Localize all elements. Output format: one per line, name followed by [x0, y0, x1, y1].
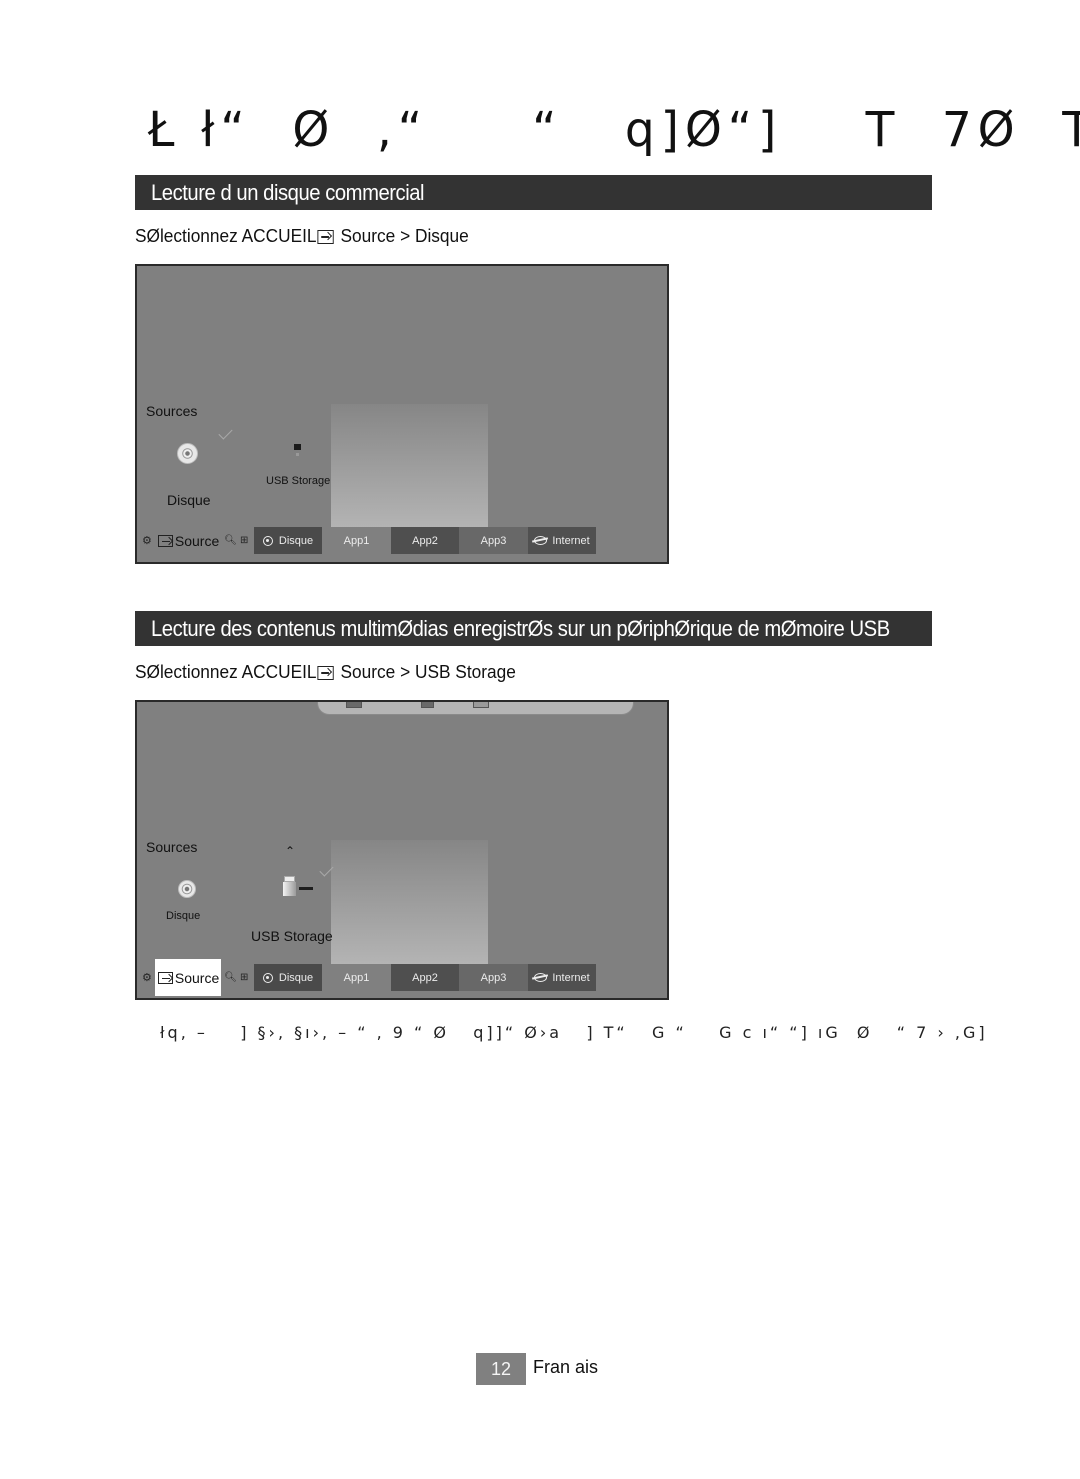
instruction-suffix: Source > Disque [335, 226, 469, 246]
instruction-prefix: SØlectionnez ACCUEIL [135, 662, 317, 682]
tile-internet[interactable]: Internet [528, 527, 596, 554]
tv-screen-disc: Sources Disque USB Storage ⚙ Source 🔍︎ ⊞… [135, 264, 669, 564]
tile-app3[interactable]: App3 [459, 964, 528, 991]
tile-label: Disque [278, 971, 314, 984]
instruction-disc: SØlectionnez ACCUEIL Source > Disque [135, 226, 483, 247]
tile-app3[interactable]: App3 [459, 527, 528, 554]
sources-label: Sources [146, 403, 198, 419]
disc-circle-icon [262, 535, 273, 546]
section-heading-disc: Lecture d un disque commercial [135, 175, 932, 210]
check-icon [218, 425, 233, 440]
source-button[interactable]: Source [155, 522, 221, 559]
source-button[interactable]: Source [154, 959, 222, 996]
instruction-suffix: Source > USB Storage [335, 662, 516, 682]
instruction-prefix: SØlectionnez ACCUEIL [135, 226, 317, 246]
tile-app2[interactable]: App2 [391, 527, 459, 554]
device-illustration [317, 702, 634, 715]
disc-icon[interactable] [178, 880, 196, 898]
search-icon[interactable]: 🔍︎ [224, 972, 237, 983]
tile-disque[interactable]: Disque [254, 964, 322, 991]
taskbar: ⚙ Source 🔍︎ ⊞ Disque App1 App2 App3 Inte… [137, 527, 667, 554]
tile-app1[interactable]: App1 [322, 527, 391, 554]
usb-icon[interactable] [283, 876, 313, 897]
globe-icon [534, 973, 548, 982]
tile-label: App1 [343, 971, 370, 984]
tile-label: App1 [343, 534, 370, 547]
section-heading-usb: Lecture des contenus multimØdias enregis… [135, 611, 932, 646]
tile-label: App2 [412, 534, 438, 547]
apps-grid-icon[interactable]: ⊞ [240, 535, 248, 546]
instruction-usb: SØlectionnez ACCUEIL Source > USB Storag… [135, 662, 532, 683]
tile-label: App3 [480, 971, 507, 984]
source-item-disque[interactable]: Disque [166, 910, 200, 922]
port [473, 702, 489, 708]
sources-label: Sources [146, 839, 198, 855]
chevron-up-icon[interactable]: ⌃ [285, 844, 295, 858]
source-input-icon [317, 230, 334, 244]
source-input-icon [157, 971, 173, 984]
tile-label: Disque [278, 534, 314, 547]
source-input-icon [317, 666, 334, 680]
tile-internet[interactable]: Internet [528, 964, 596, 991]
tile-app2[interactable]: App2 [391, 964, 459, 991]
taskbar-left: ⚙ Source 🔍︎ ⊞ [142, 527, 248, 554]
page-language: Fran ais [533, 1357, 599, 1377]
source-item-usb-storage[interactable]: USB Storage [266, 475, 330, 487]
footnote: łq, – ] §›, §ı›, – “ , 9 “ Ø q]]“ Ø›a ] … [160, 1023, 988, 1042]
taskbar: ⚙ Source 🔍︎ ⊞ Disque App1 App2 App3 Inte… [137, 959, 667, 996]
globe-icon [534, 536, 548, 545]
search-icon[interactable]: 🔍︎ [224, 535, 237, 546]
disc-circle-icon [262, 972, 273, 983]
disc-icon[interactable] [177, 443, 198, 464]
tile-label: App2 [412, 971, 438, 984]
taskbar-left: ⚙ Source 🔍︎ ⊞ [142, 959, 248, 996]
source-item-usb-storage[interactable]: USB Storage [251, 928, 333, 944]
settings-gear-icon[interactable]: ⚙ [142, 971, 152, 984]
port [346, 702, 362, 708]
usb-icon[interactable] [294, 444, 301, 456]
tile-app1[interactable]: App1 [322, 964, 391, 991]
preview-panel [331, 840, 488, 970]
preview-panel [331, 404, 488, 534]
section-heading-text: Lecture d un disque commercial [151, 180, 425, 205]
apps-grid-icon[interactable]: ⊞ [240, 972, 248, 983]
tv-screen-usb: Sources ⌃ Disque USB Storage ⚙ Source 🔍︎… [135, 700, 669, 1000]
page-number: 12 [476, 1353, 526, 1385]
tile-label: Internet [552, 534, 590, 547]
settings-gear-icon[interactable]: ⚙ [142, 534, 152, 547]
source-input-icon [157, 534, 173, 547]
section-heading-text: Lecture des contenus multimØdias enregis… [151, 616, 890, 641]
source-item-disque[interactable]: Disque [167, 492, 211, 508]
tile-label: App3 [480, 534, 507, 547]
source-label: Source [174, 532, 220, 549]
tile-label: Internet [552, 971, 590, 984]
source-label: Source [174, 969, 220, 986]
tile-disque[interactable]: Disque [254, 527, 322, 554]
usb-port [421, 702, 434, 708]
page-title: Ł ł“ Ø ,“ “ q]Ø“] T 7Ø T› [148, 102, 1080, 158]
